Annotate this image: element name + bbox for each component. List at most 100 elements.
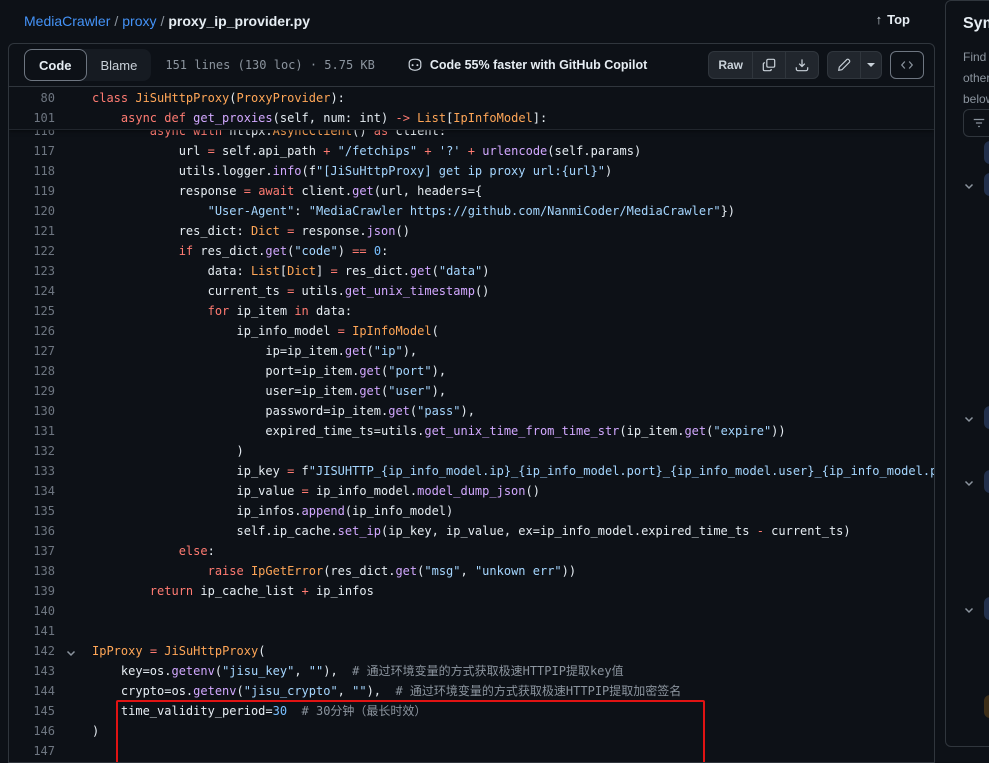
filter-symbols-input[interactable] bbox=[963, 109, 989, 137]
code-line-content: res_dict: Dict = response.json() bbox=[92, 221, 410, 241]
edit-button[interactable] bbox=[827, 51, 861, 79]
chevron-down-icon[interactable] bbox=[963, 603, 975, 621]
code-line-content: if res_dict.get("code") == 0: bbox=[92, 241, 388, 261]
line-number[interactable]: 142 bbox=[9, 641, 55, 661]
code-token: + bbox=[424, 144, 431, 158]
chevron-down-icon[interactable] bbox=[963, 179, 975, 197]
symbols-panel-toggle-button[interactable] bbox=[890, 51, 924, 79]
line-number[interactable]: 120 bbox=[9, 201, 55, 221]
code-token: "[JiSuHttpProxy] get ip proxy url:{url}" bbox=[316, 164, 605, 178]
chevron-down-icon bbox=[867, 63, 875, 67]
line-number[interactable]: 130 bbox=[9, 401, 55, 421]
symbol-chip[interactable] bbox=[984, 406, 989, 429]
raw-button[interactable]: Raw bbox=[708, 51, 753, 79]
code-token: IpInfoModel bbox=[352, 324, 431, 338]
breadcrumb-repo-link[interactable]: MediaCrawler bbox=[24, 13, 110, 29]
line-number[interactable]: 146 bbox=[9, 721, 55, 741]
fold-chevron-down-icon[interactable] bbox=[65, 645, 77, 657]
symbol-chip[interactable] bbox=[984, 173, 989, 196]
line-number[interactable]: 122 bbox=[9, 241, 55, 261]
line-number[interactable]: 125 bbox=[9, 301, 55, 321]
code-token: "msg" bbox=[424, 564, 460, 578]
download-button[interactable] bbox=[785, 51, 819, 79]
edit-dropdown-button[interactable] bbox=[860, 51, 882, 79]
tab-code[interactable]: Code bbox=[24, 49, 87, 81]
chevron-down-icon[interactable] bbox=[963, 476, 975, 494]
code-token: client. bbox=[294, 184, 352, 198]
symbol-chip[interactable] bbox=[984, 695, 989, 718]
code-token: = bbox=[338, 324, 345, 338]
line-number[interactable]: 124 bbox=[9, 281, 55, 301]
symbol-chip[interactable] bbox=[984, 597, 989, 620]
code-token: get bbox=[684, 424, 706, 438]
symbol-chip[interactable] bbox=[984, 141, 989, 164]
code-token: urlencode bbox=[482, 144, 547, 158]
code-token: raise bbox=[208, 564, 244, 578]
line-number[interactable]: 137 bbox=[9, 541, 55, 561]
code-line-132: 132 ) bbox=[9, 441, 934, 461]
line-number[interactable]: 119 bbox=[9, 181, 55, 201]
code-token: ) bbox=[92, 444, 244, 458]
line-number[interactable]: 141 bbox=[9, 621, 55, 641]
code-token: f bbox=[294, 464, 308, 478]
code-token: "" bbox=[352, 684, 366, 698]
line-number[interactable]: 138 bbox=[9, 561, 55, 581]
code-line-119: 119 response = await client.get(url, hea… bbox=[9, 181, 934, 201]
code-token: "" bbox=[309, 664, 323, 678]
line-number[interactable]: 128 bbox=[9, 361, 55, 381]
code-token: "port" bbox=[388, 364, 431, 378]
tab-blame[interactable]: Blame bbox=[87, 49, 152, 81]
code-token: ), bbox=[403, 344, 417, 358]
line-number[interactable]: 121 bbox=[9, 221, 55, 241]
line-number[interactable]: 135 bbox=[9, 501, 55, 521]
line-number[interactable]: 140 bbox=[9, 601, 55, 621]
code-token: res_dict. bbox=[193, 244, 265, 258]
breadcrumb: MediaCrawler/proxy/proxy_ip_provider.py bbox=[24, 13, 310, 29]
breadcrumb-filename: proxy_ip_provider.py bbox=[168, 13, 310, 29]
breadcrumb-folder-link[interactable]: proxy bbox=[122, 13, 156, 29]
line-number[interactable]: 133 bbox=[9, 461, 55, 481]
copilot-banner[interactable]: Code 55% faster with GitHub Copilot bbox=[407, 57, 647, 73]
line-number[interactable]: 123 bbox=[9, 261, 55, 281]
scroll-to-top-button[interactable]: ↑Top bbox=[876, 12, 910, 27]
line-number[interactable]: 145 bbox=[9, 701, 55, 721]
line-number[interactable]: 126 bbox=[9, 321, 55, 341]
code-token: class bbox=[92, 91, 135, 105]
line-number[interactable]: 127 bbox=[9, 341, 55, 361]
code-token: "jisu_key" bbox=[222, 664, 294, 678]
code-token: : bbox=[381, 244, 388, 258]
line-number[interactable]: 134 bbox=[9, 481, 55, 501]
code-token: set_ip bbox=[338, 524, 381, 538]
symbol-chip[interactable] bbox=[984, 470, 989, 493]
line-number[interactable]: 131 bbox=[9, 421, 55, 441]
code-line-128: 128 port=ip_item.get("port"), bbox=[9, 361, 934, 381]
code-token: = bbox=[150, 644, 157, 658]
line-number[interactable]: 129 bbox=[9, 381, 55, 401]
line-number[interactable]: 139 bbox=[9, 581, 55, 601]
code-token: (res_dict. bbox=[323, 564, 395, 578]
code-token: getenv bbox=[171, 664, 214, 678]
line-number[interactable]: 144 bbox=[9, 681, 55, 701]
code-token: ), bbox=[432, 384, 446, 398]
line-number[interactable]: 118 bbox=[9, 161, 55, 181]
pencil-icon bbox=[837, 58, 851, 72]
line-number[interactable]: 117 bbox=[9, 141, 55, 161]
code-token: if bbox=[179, 244, 193, 258]
code-token: data: bbox=[92, 264, 251, 278]
line-number[interactable]: 80 bbox=[9, 88, 55, 108]
line-number[interactable]: 147 bbox=[9, 741, 55, 761]
code-token: : bbox=[208, 544, 215, 558]
line-number[interactable]: 143 bbox=[9, 661, 55, 681]
description-line: below. bbox=[963, 89, 989, 110]
code-line-140: 140 bbox=[9, 601, 934, 621]
line-number[interactable]: 136 bbox=[9, 521, 55, 541]
symbol-list-item bbox=[946, 470, 989, 494]
line-number[interactable]: 132 bbox=[9, 441, 55, 461]
code-token: get bbox=[265, 244, 287, 258]
code-token: get bbox=[388, 404, 410, 418]
chevron-down-icon[interactable] bbox=[963, 412, 975, 430]
line-number[interactable]: 101 bbox=[9, 108, 55, 128]
code-line-144: 144 crypto=os.getenv("jisu_crypto", ""),… bbox=[9, 681, 934, 701]
copy-button[interactable] bbox=[752, 51, 786, 79]
code-token: () bbox=[395, 224, 409, 238]
